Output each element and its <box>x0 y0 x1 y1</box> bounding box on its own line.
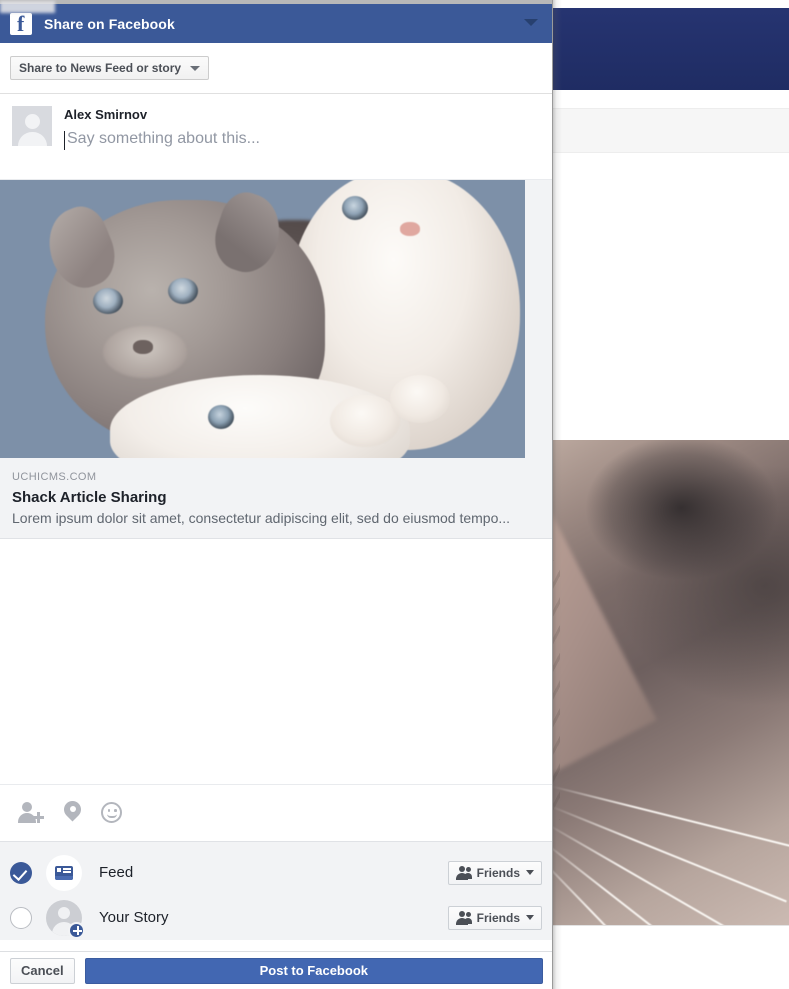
destination-list: Feed Friends Your Story Friends <box>0 841 552 940</box>
caret-down-icon <box>526 870 534 875</box>
composer-placeholder: Say something about this... <box>67 130 260 147</box>
composer-tools-bar <box>0 784 552 841</box>
news-feed-icon <box>46 854 82 891</box>
link-preview-description: Lorem ipsum dolor sit amet, consectetur … <box>12 510 511 526</box>
friends-head-front <box>458 866 465 872</box>
friends-icon <box>455 911 472 925</box>
audience-bar: Share to News Feed or story <box>0 43 552 94</box>
link-preview-image <box>0 180 525 458</box>
emoji-icon[interactable] <box>98 799 126 827</box>
facebook-logo-icon <box>10 11 32 37</box>
news-feed-card-base <box>55 875 73 880</box>
composer-textarea[interactable]: Say something about this... <box>64 130 540 153</box>
text-cursor <box>64 131 65 150</box>
smiley-eye <box>114 809 117 812</box>
kitten-paw <box>390 375 450 423</box>
tag-people-icon[interactable] <box>18 799 46 827</box>
chevron-down-icon[interactable] <box>524 19 538 26</box>
friends-head-back <box>465 912 471 917</box>
kitten-eye <box>93 288 123 314</box>
kitten-eye <box>342 196 368 220</box>
destination-row-story[interactable]: Your Story Friends <box>0 895 552 940</box>
smiley-eye <box>107 809 111 812</box>
link-preview-card[interactable]: UCHICMS.COM Shack Article Sharing Lorem … <box>0 1 552 539</box>
caret-down-icon <box>190 65 201 71</box>
story-avatar-head <box>58 906 70 919</box>
dialog-title: Share on Facebook <box>44 15 175 32</box>
story-avatar-icon <box>46 899 85 939</box>
friends-head-front <box>458 911 465 917</box>
composer-username: Alex Smirnov <box>64 107 148 122</box>
tag-people-head <box>22 802 32 812</box>
cancel-button[interactable]: Cancel <box>10 957 75 984</box>
share-destination-label: Share to News Feed or story <box>19 61 182 75</box>
friends-head-back <box>465 867 471 872</box>
caret-down-icon <box>526 915 534 920</box>
redaction-overlay <box>0 1 55 13</box>
share-on-facebook-dialog: Share on Facebook Share to News Feed or … <box>0 0 553 989</box>
avatar-body <box>18 132 47 146</box>
link-preview-domain: UCHICMS.COM <box>12 471 97 483</box>
kitten-nose <box>133 340 153 354</box>
privacy-label: Friends <box>476 910 520 925</box>
composer-area: Alex Smirnov Say something about this... <box>0 94 552 179</box>
kitten-eye <box>208 405 234 429</box>
link-preview-meta: UCHICMS.COM Shack Article Sharing Lorem … <box>0 1 552 538</box>
avatar-head <box>25 114 40 129</box>
dialog-header: Share on Facebook <box>0 4 552 43</box>
avatar <box>12 106 52 146</box>
privacy-dropdown-story[interactable]: Friends <box>447 905 542 930</box>
kitten-eye <box>168 278 198 304</box>
dialog-footer: Cancel Post to Facebook <box>0 951 552 989</box>
dialog-drop-shadow <box>552 0 562 989</box>
destination-label-story: Your Story <box>99 909 169 926</box>
friends-body-front <box>455 872 468 880</box>
plus-badge-icon <box>68 921 85 939</box>
friends-icon <box>455 866 472 880</box>
story-checkbox[interactable] <box>10 906 32 929</box>
news-feed-card <box>55 865 73 880</box>
friends-body-front <box>455 917 468 925</box>
share-destination-dropdown[interactable]: Share to News Feed or story <box>10 56 210 80</box>
link-preview-title: Shack Article Sharing <box>12 489 167 506</box>
location-pin-icon[interactable] <box>58 797 86 827</box>
kitten-nose <box>400 222 420 236</box>
destination-label-feed: Feed <box>99 864 134 881</box>
smiley-outline <box>101 802 122 823</box>
destination-row-feed[interactable]: Feed Friends <box>0 850 552 895</box>
post-to-facebook-button[interactable]: Post to Facebook <box>84 957 543 984</box>
privacy-label: Friends <box>476 865 520 880</box>
pin-hole <box>69 806 76 812</box>
feed-checkbox[interactable] <box>10 861 32 884</box>
composer-blank-space <box>0 539 552 784</box>
privacy-dropdown-feed[interactable]: Friends <box>447 860 542 885</box>
tag-people-plus <box>37 812 40 823</box>
